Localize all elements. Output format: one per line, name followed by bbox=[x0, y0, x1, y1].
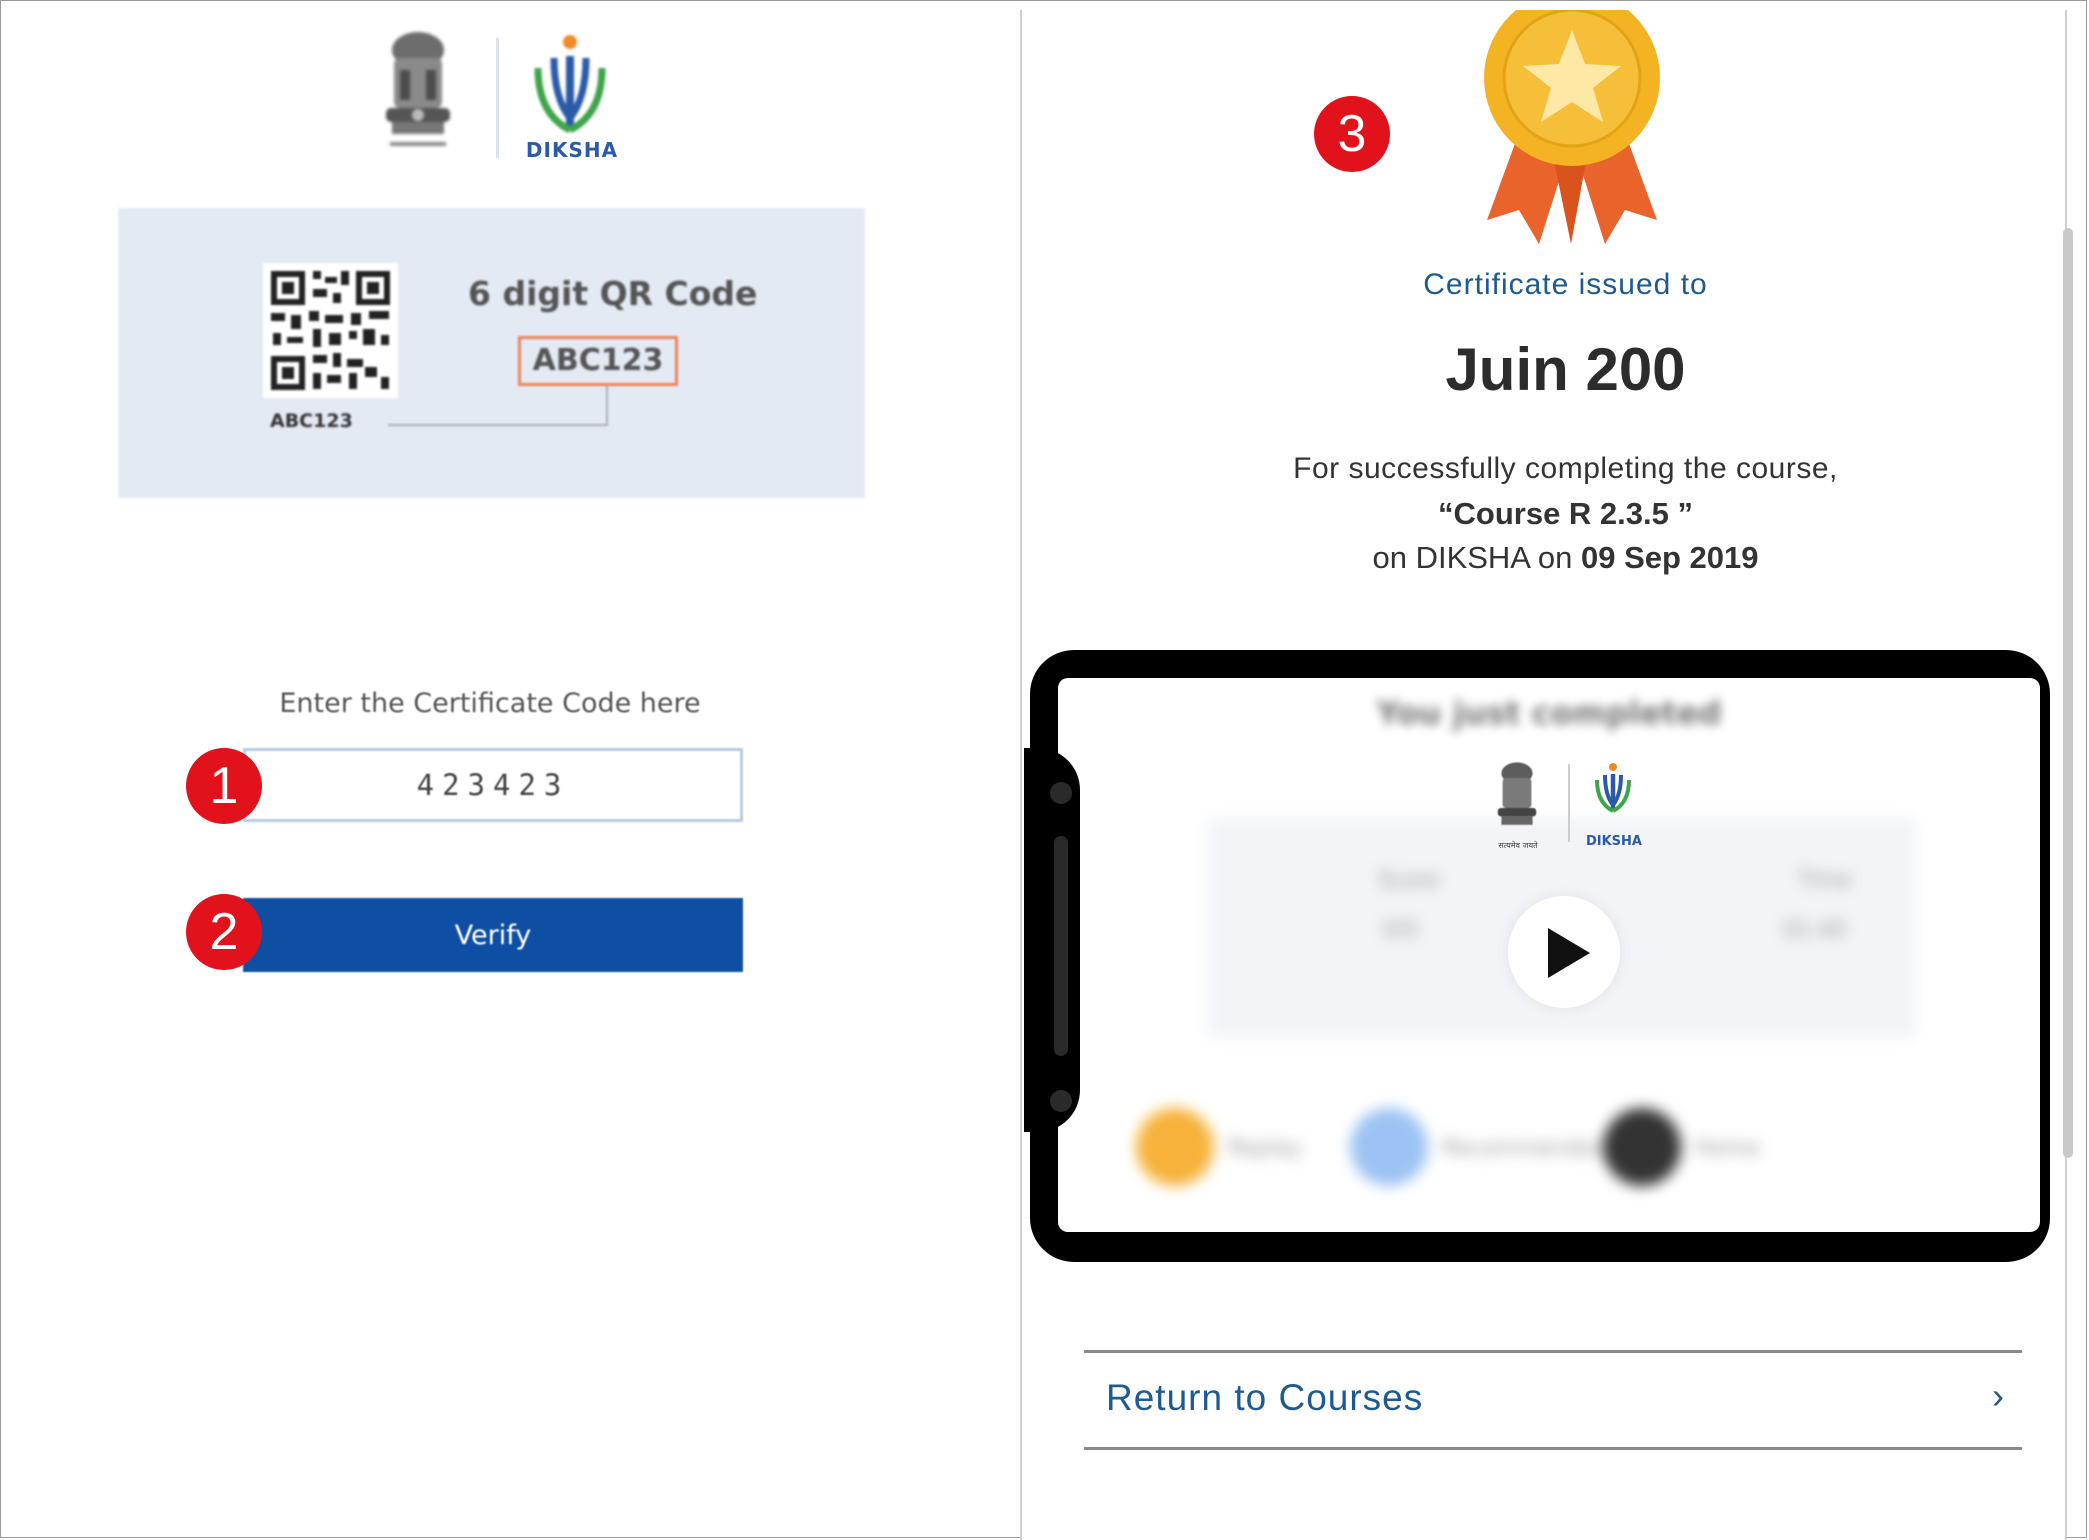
diksha-wordmark: DIKSHA bbox=[1585, 834, 1642, 849]
diksha-logo-icon bbox=[1595, 763, 1631, 813]
stat-time-value: 01:40 bbox=[1783, 918, 1847, 943]
connector-line bbox=[606, 386, 608, 426]
phone-speaker bbox=[1054, 836, 1068, 1056]
header-logos: DIKSHA bbox=[370, 28, 630, 168]
qr-code-example: ABC123 bbox=[518, 336, 678, 386]
national-emblem-icon bbox=[1497, 762, 1537, 825]
video-title: You just completed bbox=[1376, 694, 1722, 732]
connector-line bbox=[388, 424, 608, 426]
video-action-row: Replay Recommended Home bbox=[1058, 1098, 2040, 1188]
play-icon bbox=[1548, 928, 1590, 978]
scrollbar[interactable] bbox=[2063, 228, 2073, 1158]
return-to-courses-label: Return to Courses bbox=[1106, 1377, 1424, 1418]
step-badge-1: 1 bbox=[186, 748, 262, 824]
completion-date: 09 Sep 2019 bbox=[1581, 540, 1759, 575]
stat-score-value: 0/5 bbox=[1383, 918, 1419, 943]
video-screen: You just completed Score 0/5 Time 01:40 … bbox=[1058, 678, 2040, 1232]
recipient-name: Juin 200 bbox=[1445, 336, 1686, 403]
step-badge-3: 3 bbox=[1314, 96, 1390, 172]
certificate-code-label: Enter the Certificate Code here bbox=[279, 688, 701, 719]
recommended-icon bbox=[1350, 1108, 1428, 1186]
qr-instructions-panel: ABC123 6 digit QR Code ABC123 bbox=[118, 208, 865, 498]
certificate-panel: 3 Certificate issued to Juin 200 For suc… bbox=[1020, 10, 2067, 1540]
recommended-label: Recommended bbox=[1442, 1136, 1608, 1161]
return-to-courses-link[interactable]: Return to Courses › bbox=[1084, 1350, 2022, 1450]
home-label: Home bbox=[1695, 1136, 1760, 1161]
phone-camera bbox=[1050, 782, 1072, 804]
medal-star-icon bbox=[1484, 10, 1660, 244]
home-icon bbox=[1603, 1108, 1681, 1186]
play-button[interactable] bbox=[1508, 896, 1620, 1008]
step-badge-2: 2 bbox=[186, 894, 262, 970]
completion-date-line: on DIKSHA on 09 Sep 2019 bbox=[1022, 540, 2065, 576]
verify-panel: DIKSHA ABC123 6 digit QR Code ABC123 Ent… bbox=[0, 0, 1020, 1540]
completion-text: For successfully completing the course, bbox=[1293, 452, 1838, 485]
national-emblem-icon bbox=[386, 32, 450, 146]
course-name: “Course R 2.3.5 ” bbox=[1438, 496, 1693, 531]
platform-prefix: on DIKSHA on bbox=[1372, 540, 1573, 575]
qr-code-caption: ABC123 bbox=[270, 410, 353, 432]
qr-heading: 6 digit QR Code bbox=[468, 274, 758, 313]
replay-label: Replay bbox=[1228, 1136, 1303, 1161]
logo-divider bbox=[1568, 764, 1570, 842]
logo-divider bbox=[496, 38, 499, 158]
stat-score-label: Score bbox=[1378, 868, 1440, 893]
emblem-caption: सत्यमेव जयते bbox=[1498, 841, 1538, 850]
replay-icon bbox=[1136, 1108, 1214, 1186]
stat-time-label: Time bbox=[1798, 868, 1852, 893]
qr-code-icon bbox=[263, 263, 398, 398]
certificate-code-input[interactable] bbox=[243, 748, 743, 822]
phone-sensor bbox=[1050, 1090, 1072, 1112]
video-phone-frame: You just completed Score 0/5 Time 01:40 … bbox=[1024, 650, 2050, 1262]
diksha-wordmark: DIKSHA bbox=[525, 138, 619, 162]
verify-button[interactable]: Verify bbox=[243, 898, 743, 972]
video-logos: सत्यमेव जयते DIKSHA bbox=[1493, 760, 1693, 860]
certificate-issued-to: Certificate issued to bbox=[1423, 268, 1708, 301]
phone-notch bbox=[1024, 748, 1080, 1132]
chevron-right-icon: › bbox=[1992, 1375, 2004, 1416]
